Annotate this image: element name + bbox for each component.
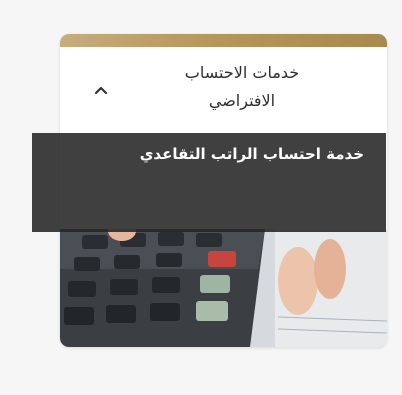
service-dropdown-menu: خدمة احتساب الراتب التقاعدي [32, 133, 386, 232]
card-title[interactable]: خدمات الاحتساب الافتراضي [157, 59, 327, 115]
card-header[interactable]: خدمات الاحتساب الافتراضي [60, 47, 387, 131]
card-title-line2: الافتراضي [208, 91, 276, 110]
calculator-image-icon [60, 229, 387, 347]
calculator-photo [60, 229, 387, 347]
chevron-up-icon [94, 86, 108, 95]
card-title-line1: خدمات الاحتساب [184, 63, 300, 82]
collapse-toggle-button[interactable] [86, 75, 116, 105]
card-accent-bar [60, 34, 387, 47]
retirement-salary-calculation-link[interactable]: خدمة احتساب الراتب التقاعدي [140, 145, 364, 163]
